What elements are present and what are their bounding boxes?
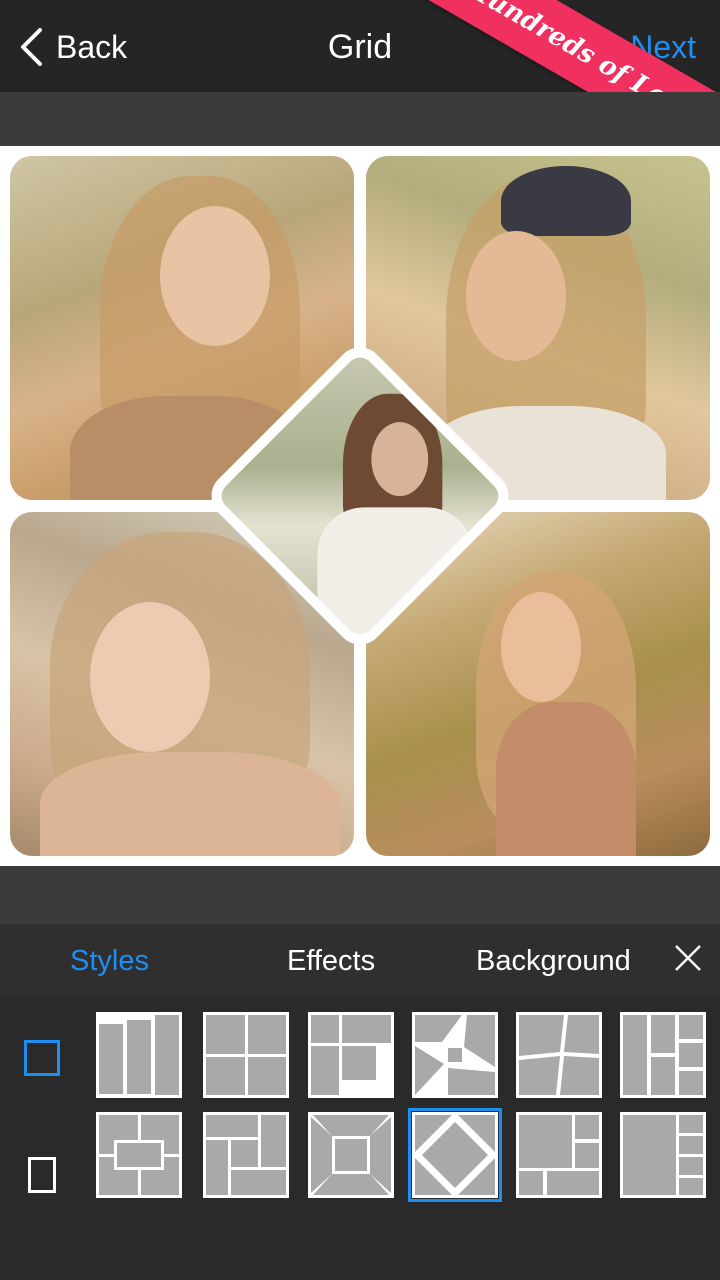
- layout-option-4[interactable]: [412, 1012, 498, 1098]
- layout-option-1[interactable]: [96, 1012, 182, 1098]
- layout-option-3[interactable]: [308, 1012, 394, 1098]
- collage-editor-screen: Back Grid Next Hundreds of Layouts Style…: [0, 0, 720, 1280]
- layout-option-12[interactable]: [620, 1112, 706, 1198]
- layout-option-7[interactable]: [96, 1112, 182, 1198]
- aspect-square-button[interactable]: [24, 1040, 60, 1076]
- tab-background[interactable]: Background: [476, 924, 631, 996]
- layout-option-6[interactable]: [620, 1012, 706, 1098]
- collage-canvas: [0, 146, 720, 866]
- layout-option-9[interactable]: [308, 1112, 394, 1198]
- tab-styles[interactable]: Styles: [70, 924, 149, 996]
- layout-option-11[interactable]: [516, 1112, 602, 1198]
- aspect-portrait-button[interactable]: [28, 1157, 56, 1193]
- tab-bar: Styles Effects Background: [0, 924, 720, 996]
- layout-option-10[interactable]: [408, 1108, 502, 1202]
- tab-effects[interactable]: Effects: [287, 924, 375, 996]
- layout-option-5[interactable]: [516, 1012, 602, 1098]
- layout-option-2[interactable]: [203, 1012, 289, 1098]
- close-icon[interactable]: [668, 938, 708, 978]
- layout-option-8[interactable]: [203, 1112, 289, 1198]
- bottom-panel: Styles Effects Background: [0, 924, 720, 1280]
